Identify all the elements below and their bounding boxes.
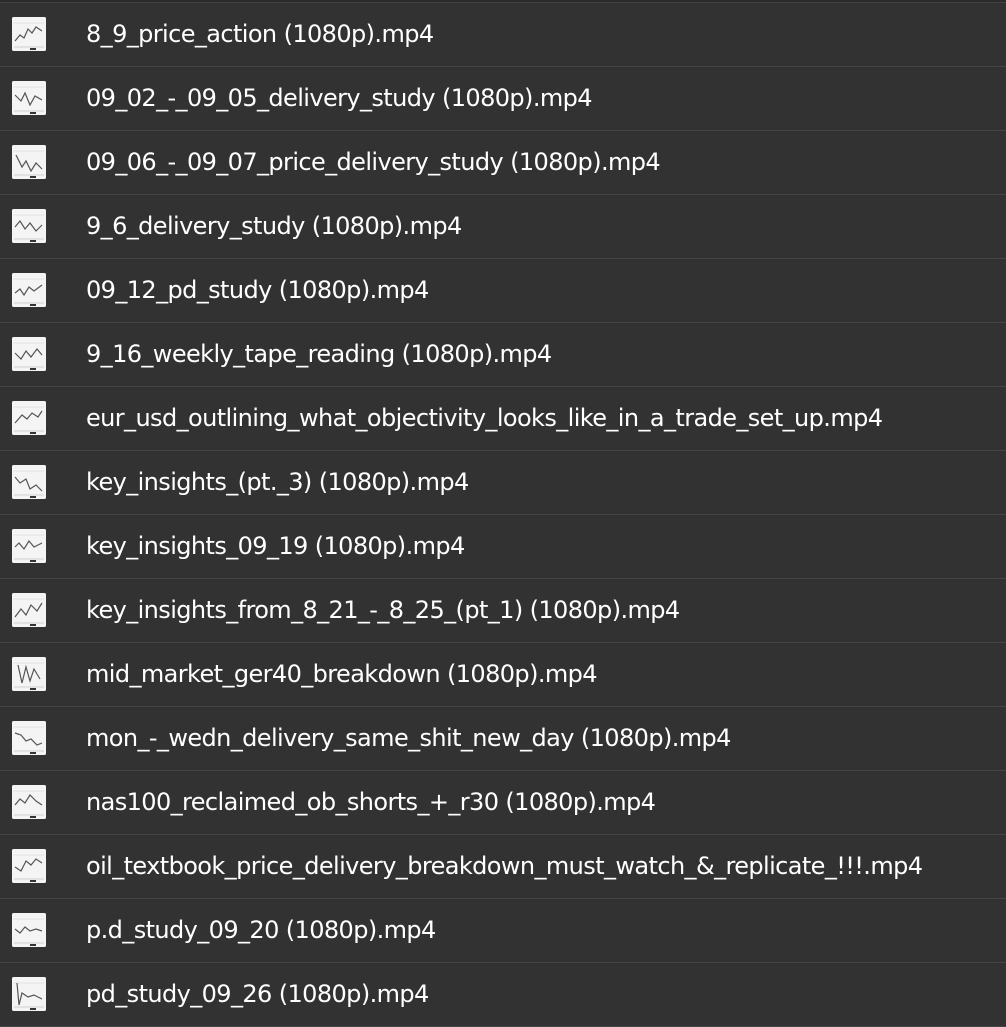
file-name: 9_6_delivery_study (1080p).mp4	[86, 212, 462, 240]
file-name: 8_9_price_action (1080p).mp4	[86, 20, 434, 48]
video-thumbnail-icon	[12, 337, 46, 371]
file-row[interactable]: mid_market_ger40_breakdown (1080p).mp4	[0, 643, 1006, 707]
file-name: 09_02_-_09_05_delivery_study (1080p).mp4	[86, 84, 593, 112]
video-thumbnail-icon	[12, 465, 46, 499]
video-thumbnail-icon	[12, 977, 46, 1011]
file-row[interactable]: 09_02_-_09_05_delivery_study (1080p).mp4	[0, 67, 1006, 131]
file-name: pd_study_09_26 (1080p).mp4	[86, 980, 429, 1008]
file-list: 8_9_price_action (1080p).mp4 09_02_-_09_…	[0, 2, 1006, 1027]
file-name: key_insights_09_19 (1080p).mp4	[86, 532, 465, 560]
file-row[interactable]: 09_12_pd_study (1080p).mp4	[0, 259, 1006, 323]
file-row[interactable]: 8_9_price_action (1080p).mp4	[0, 2, 1006, 67]
file-row[interactable]: 9_6_delivery_study (1080p).mp4	[0, 195, 1006, 259]
video-thumbnail-icon	[12, 657, 46, 691]
file-name: p.d_study_09_20 (1080p).mp4	[86, 916, 436, 944]
file-row[interactable]: mon_-_wedn_delivery_same_shit_new_day (1…	[0, 707, 1006, 771]
file-name: oil_textbook_price_delivery_breakdown_mu…	[86, 852, 923, 880]
video-thumbnail-icon	[12, 17, 46, 51]
file-row[interactable]: key_insights_(pt._3) (1080p).mp4	[0, 451, 1006, 515]
file-row[interactable]: p.d_study_09_20 (1080p).mp4	[0, 899, 1006, 963]
video-thumbnail-icon	[12, 273, 46, 307]
file-name: eur_usd_outlining_what_objectivity_looks…	[86, 404, 883, 432]
video-thumbnail-icon	[12, 529, 46, 563]
file-name: nas100_reclaimed_ob_shorts_+_r30 (1080p)…	[86, 788, 656, 816]
file-row[interactable]: pd_study_09_26 (1080p).mp4	[0, 963, 1006, 1027]
file-row[interactable]: oil_textbook_price_delivery_breakdown_mu…	[0, 835, 1006, 899]
file-row[interactable]: key_insights_09_19 (1080p).mp4	[0, 515, 1006, 579]
file-row[interactable]: 09_06_-_09_07_price_delivery_study (1080…	[0, 131, 1006, 195]
video-thumbnail-icon	[12, 81, 46, 115]
video-thumbnail-icon	[12, 593, 46, 627]
file-row[interactable]: eur_usd_outlining_what_objectivity_looks…	[0, 387, 1006, 451]
file-name: mon_-_wedn_delivery_same_shit_new_day (1…	[86, 724, 731, 752]
video-thumbnail-icon	[12, 849, 46, 883]
file-row[interactable]: nas100_reclaimed_ob_shorts_+_r30 (1080p)…	[0, 771, 1006, 835]
file-row[interactable]: 9_16_weekly_tape_reading (1080p).mp4	[0, 323, 1006, 387]
video-thumbnail-icon	[12, 145, 46, 179]
video-thumbnail-icon	[12, 209, 46, 243]
file-name: 09_12_pd_study (1080p).mp4	[86, 276, 429, 304]
video-thumbnail-icon	[12, 913, 46, 947]
file-name: 9_16_weekly_tape_reading (1080p).mp4	[86, 340, 552, 368]
video-thumbnail-icon	[12, 401, 46, 435]
file-name: key_insights_from_8_21_-_8_25_(pt_1) (10…	[86, 596, 680, 624]
file-name: key_insights_(pt._3) (1080p).mp4	[86, 468, 469, 496]
file-row[interactable]: key_insights_from_8_21_-_8_25_(pt_1) (10…	[0, 579, 1006, 643]
video-thumbnail-icon	[12, 721, 46, 755]
video-thumbnail-icon	[12, 785, 46, 819]
file-name: mid_market_ger40_breakdown (1080p).mp4	[86, 660, 598, 688]
file-name: 09_06_-_09_07_price_delivery_study (1080…	[86, 148, 661, 176]
